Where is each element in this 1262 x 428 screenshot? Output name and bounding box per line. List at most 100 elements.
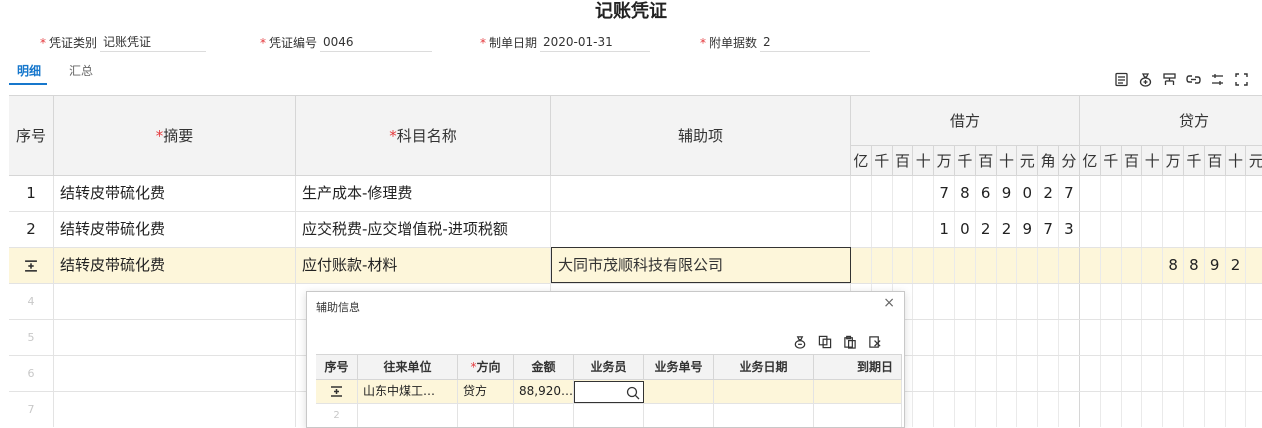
credit-digit-cell[interactable] [1184, 212, 1205, 247]
credit-digit-cell[interactable] [1205, 392, 1226, 427]
debit-digit-cell[interactable] [1059, 248, 1080, 283]
credit-digit-cell[interactable] [1142, 320, 1164, 355]
credit-digit-cell[interactable] [1246, 248, 1262, 283]
credit-digit-cell[interactable] [1122, 212, 1143, 247]
credit-digit-cell[interactable] [1142, 392, 1164, 427]
debit-digit-cell[interactable] [1017, 320, 1039, 355]
fullscreen-icon[interactable] [1233, 71, 1249, 87]
copy-icon[interactable] [817, 334, 833, 350]
debit-digit-cell[interactable] [976, 356, 997, 391]
row-summary[interactable] [54, 356, 296, 391]
debit-digit-cell[interactable]: 7 [1038, 212, 1059, 247]
credit-digit-cell[interactable] [1080, 212, 1101, 247]
credit-digit-cell[interactable] [1101, 320, 1122, 355]
debit-digit-cell[interactable]: 2 [1038, 176, 1059, 211]
credit-digit-cell[interactable] [1142, 176, 1164, 211]
org-chart-icon[interactable] [1161, 71, 1177, 87]
insert-row-icon[interactable] [1113, 71, 1129, 87]
attachment-count-input[interactable]: 2 [760, 33, 871, 52]
debit-digit-cell[interactable]: 6 [976, 176, 997, 211]
debit-digit-cell[interactable] [955, 320, 976, 355]
debit-digit-cell[interactable] [955, 248, 976, 283]
popup-row-bizdate[interactable] [714, 404, 814, 427]
row-summary[interactable]: 结转皮带硫化费 [54, 212, 296, 247]
credit-digit-cell[interactable] [1226, 392, 1247, 427]
debit-digit-cell[interactable] [1038, 284, 1059, 319]
row-summary[interactable] [54, 392, 296, 427]
credit-digit-cell[interactable] [1163, 284, 1184, 319]
debit-digit-cell[interactable] [851, 176, 872, 211]
debit-digit-cell[interactable] [913, 212, 935, 247]
debit-digit-cell[interactable] [893, 248, 914, 283]
popup-row-bizno[interactable] [644, 404, 714, 427]
adjust-columns-icon[interactable] [1209, 71, 1225, 87]
credit-digit-cell[interactable] [1205, 212, 1226, 247]
credit-digit-cell[interactable] [1163, 392, 1184, 427]
debit-digit-cell[interactable] [872, 248, 893, 283]
table-row[interactable]: 1 结转皮带硫化费 生产成本-修理费 7 8 6 9 0 2 7 [9, 176, 1262, 212]
debit-digit-cell[interactable] [913, 176, 935, 211]
popup-row-due[interactable] [814, 380, 902, 403]
credit-digit-cell[interactable] [1246, 284, 1262, 319]
row-aux-input[interactable]: 大同市茂顺科技有限公司 [551, 247, 851, 283]
popup-row[interactable]: 2 [316, 404, 902, 427]
credit-digit-cell[interactable]: 8 [1184, 248, 1205, 283]
credit-digit-cell[interactable] [1184, 392, 1205, 427]
credit-digit-cell[interactable] [1101, 248, 1122, 283]
popup-row-amount[interactable]: 88,920… [514, 380, 574, 403]
money-bag-icon[interactable] [1137, 71, 1153, 87]
credit-digit-cell[interactable] [1246, 212, 1262, 247]
popup-row-amount[interactable] [514, 404, 574, 427]
debit-digit-cell[interactable] [1038, 320, 1059, 355]
credit-digit-cell[interactable]: 9 [1205, 248, 1226, 283]
debit-digit-cell[interactable] [1017, 284, 1039, 319]
voucher-number-input[interactable]: 0046 [320, 33, 433, 52]
debit-digit-cell[interactable]: 2 [997, 212, 1018, 247]
debit-digit-cell[interactable] [934, 320, 955, 355]
row-aux[interactable] [551, 176, 851, 211]
credit-digit-cell[interactable] [1101, 356, 1122, 391]
debit-digit-cell[interactable]: 8 [955, 176, 976, 211]
debit-digit-cell[interactable] [1017, 392, 1039, 427]
credit-digit-cell[interactable] [1122, 392, 1143, 427]
table-row[interactable]: 2 结转皮带硫化费 应交税费-应交增值税-进项税额 1 0 2 2 9 7 3 [9, 212, 1262, 248]
row-aux[interactable] [551, 212, 851, 247]
row-account[interactable]: 应交税费-应交增值税-进项税额 [296, 212, 551, 247]
row-summary[interactable] [54, 320, 296, 355]
debit-digit-cell[interactable] [1059, 284, 1080, 319]
debit-digit-cell[interactable] [955, 356, 976, 391]
debit-digit-cell[interactable] [851, 248, 872, 283]
credit-digit-cell[interactable] [1080, 176, 1101, 211]
created-date-input[interactable]: 2020-01-31 [540, 33, 651, 52]
debit-digit-cell[interactable]: 2 [976, 212, 997, 247]
credit-digit-cell[interactable] [1184, 320, 1205, 355]
tab-detail[interactable]: 明细 [9, 62, 48, 85]
credit-digit-cell[interactable] [1184, 356, 1205, 391]
debit-digit-cell[interactable] [934, 356, 955, 391]
popup-row-bizno[interactable] [644, 380, 714, 403]
tab-summary[interactable]: 汇总 [61, 62, 99, 83]
debit-digit-cell[interactable] [851, 212, 872, 247]
debit-digit-cell[interactable] [913, 284, 935, 319]
popup-row-direction[interactable]: 贷方 [458, 380, 514, 403]
popup-row[interactable]: 山东中煤工… 贷方 88,920… [316, 380, 902, 404]
debit-digit-cell[interactable] [872, 176, 893, 211]
debit-digit-cell[interactable]: 7 [1059, 176, 1080, 211]
debit-digit-cell[interactable] [872, 212, 893, 247]
debit-digit-cell[interactable] [955, 284, 976, 319]
row-summary[interactable] [54, 284, 296, 319]
debit-digit-cell[interactable] [893, 212, 914, 247]
debit-digit-cell[interactable] [913, 392, 935, 427]
debit-digit-cell[interactable] [934, 284, 955, 319]
close-icon[interactable]: × [883, 295, 895, 311]
debit-digit-cell[interactable] [1017, 248, 1039, 283]
credit-digit-cell[interactable] [1122, 320, 1143, 355]
credit-digit-cell[interactable] [1142, 212, 1164, 247]
credit-digit-cell[interactable] [1205, 284, 1226, 319]
debit-digit-cell[interactable] [1059, 392, 1080, 427]
debit-digit-cell[interactable] [1038, 392, 1059, 427]
debit-digit-cell[interactable] [997, 320, 1018, 355]
debit-digit-cell[interactable] [913, 320, 935, 355]
popup-row-bizdate[interactable] [714, 380, 814, 403]
debit-digit-cell[interactable]: 0 [955, 212, 976, 247]
